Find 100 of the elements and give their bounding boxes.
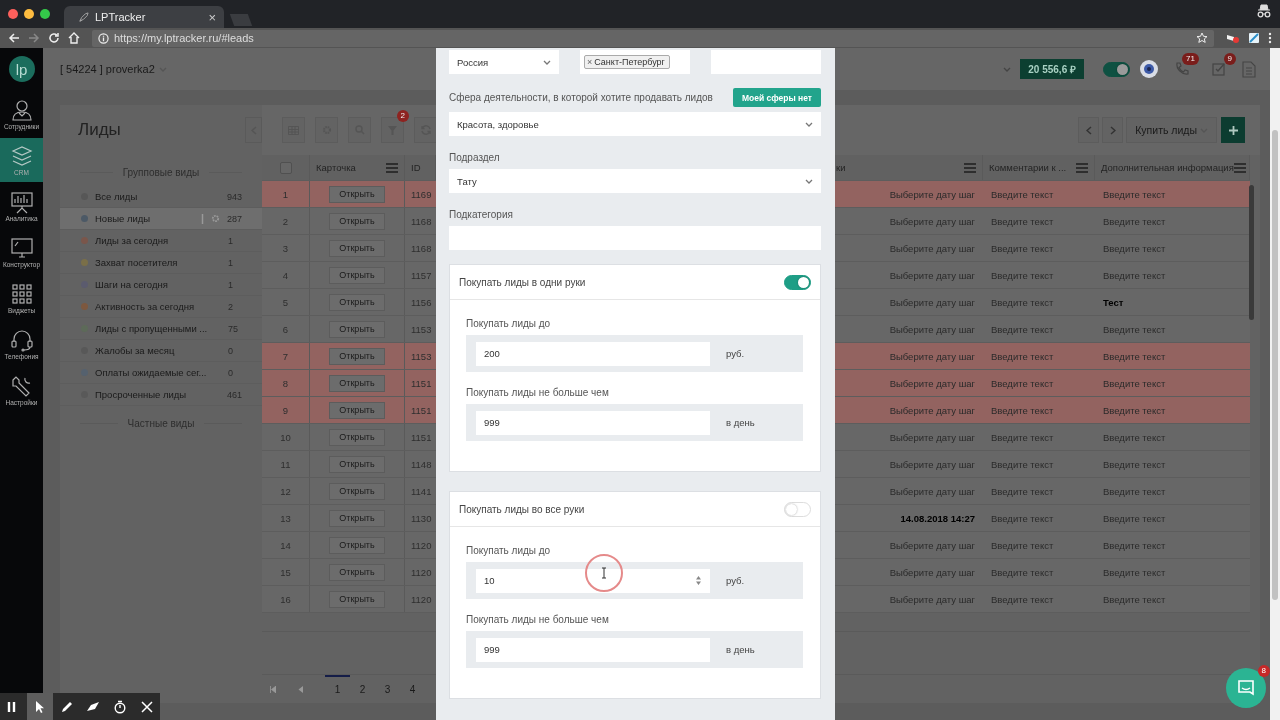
column-menu-icon[interactable] — [386, 162, 398, 173]
info-field[interactable]: Введите текст — [1103, 215, 1242, 227]
open-button[interactable]: Открыть — [329, 347, 385, 365]
comment-field[interactable]: Введите текст — [991, 431, 1087, 443]
previous-button[interactable] — [1078, 117, 1100, 143]
browser-tab[interactable]: LPTracker × — [64, 6, 224, 28]
open-button[interactable]: Открыть — [329, 320, 385, 338]
info-field[interactable]: Введите текст — [1103, 458, 1242, 470]
home-icon[interactable] — [68, 32, 80, 44]
reload-icon[interactable] — [48, 32, 60, 44]
info-field[interactable]: Введите текст — [1103, 539, 1242, 551]
new-tab-button[interactable] — [229, 14, 253, 26]
page-link[interactable]: 2 — [350, 674, 375, 702]
document-icon[interactable] — [1242, 60, 1256, 78]
open-button[interactable]: Открыть — [329, 293, 385, 311]
add-button[interactable] — [1221, 117, 1245, 143]
open-button[interactable]: Открыть — [329, 482, 385, 500]
open-button[interactable]: Открыть — [329, 266, 385, 284]
scrollbar[interactable] — [1272, 130, 1278, 600]
info-field[interactable]: Введите текст — [1103, 377, 1242, 389]
info-field[interactable]: Введите текст — [1103, 404, 1242, 416]
page-link[interactable]: 3 — [375, 674, 400, 702]
date-field[interactable]: Выберите дату шаг — [843, 350, 975, 362]
open-button[interactable]: Открыть — [329, 374, 385, 392]
column-menu-icon[interactable] — [1233, 162, 1246, 173]
open-button[interactable]: Открыть — [329, 590, 385, 608]
sphere-select[interactable]: Красота, здоровье — [449, 112, 821, 136]
open-button[interactable]: Открыть — [329, 401, 385, 419]
buy-leads-dropdown[interactable]: Купить лиды — [1126, 117, 1217, 143]
number-field[interactable]: 999 — [476, 637, 710, 662]
page-link[interactable]: 4 — [400, 674, 425, 702]
maximize-window-button[interactable] — [40, 9, 50, 19]
info-field[interactable]: Тест — [1103, 296, 1242, 308]
filter-button[interactable] — [381, 117, 404, 143]
comment-field[interactable]: Введите текст — [991, 458, 1087, 470]
open-button[interactable]: Открыть — [329, 455, 385, 473]
date-field[interactable]: Выберите дату шаг — [843, 188, 975, 200]
date-field[interactable]: 14.08.2018 14:27 — [843, 512, 975, 524]
forward-icon[interactable] — [28, 32, 40, 44]
comment-field[interactable]: Введите текст — [991, 485, 1087, 497]
first-page-icon[interactable] — [270, 685, 276, 693]
number-field[interactable]: 200 — [476, 341, 710, 366]
comment-field[interactable]: Введите текст — [991, 539, 1087, 551]
page-link[interactable]: 1 — [325, 674, 350, 702]
info-field[interactable]: Введите текст — [1103, 188, 1242, 200]
view-item[interactable]: Новые лиды 287 — [60, 208, 262, 230]
comment-field[interactable]: Введите текст — [991, 296, 1087, 308]
close-window-button[interactable] — [8, 9, 18, 19]
info-field[interactable]: Введите текст — [1103, 431, 1242, 443]
info-field[interactable]: Введите текст — [1103, 512, 1242, 524]
refresh-button[interactable] — [414, 117, 437, 143]
phone-icon[interactable] — [1174, 61, 1190, 77]
comment-field[interactable]: Введите текст — [991, 350, 1087, 362]
comment-field[interactable]: Введите текст — [991, 377, 1087, 389]
info-field[interactable]: Введите текст — [1103, 242, 1242, 254]
previous-page-icon[interactable] — [298, 685, 303, 693]
info-field[interactable]: Введите текст — [1103, 566, 1242, 578]
date-field[interactable]: Выберите дату шаг — [843, 404, 975, 416]
open-button[interactable]: Открыть — [329, 509, 385, 527]
comment-field[interactable]: Введите текст — [991, 593, 1087, 605]
camera-icon[interactable] — [1139, 59, 1159, 79]
country-select[interactable]: Россия — [449, 50, 559, 74]
number-field[interactable]: 999 — [476, 410, 710, 435]
comment-field[interactable]: Введите текст — [991, 188, 1087, 200]
info-field[interactable]: Введите текст — [1103, 323, 1242, 335]
comment-field[interactable]: Введите текст — [991, 512, 1087, 524]
close-tab-button[interactable]: × — [208, 9, 216, 25]
pointer-tool-button[interactable] — [26, 693, 54, 720]
checkbox-icon[interactable] — [1211, 61, 1227, 77]
extension-icon[interactable] — [1248, 32, 1260, 44]
date-field[interactable]: Выберите дату шаг — [843, 377, 975, 389]
account-dropdown[interactable]: [ 54224 ] proverka2 — [60, 63, 167, 75]
scrollbar[interactable] — [1249, 185, 1254, 320]
open-button[interactable]: Открыть — [329, 428, 385, 446]
next-button[interactable] — [1102, 117, 1124, 143]
spinner-arrows-icon[interactable] — [696, 575, 701, 585]
info-field[interactable]: Введите текст — [1103, 593, 1242, 605]
back-icon[interactable] — [8, 32, 20, 44]
comment-field[interactable]: Введите текст — [991, 269, 1087, 281]
menu-icon[interactable] — [1268, 32, 1272, 44]
open-button[interactable]: Открыть — [329, 536, 385, 554]
city-tag[interactable]: × Санкт-Петербург — [584, 55, 670, 69]
no-sphere-button[interactable]: Моей сферы нет — [732, 88, 821, 107]
open-button[interactable]: Открыть — [329, 212, 385, 230]
subsection-select[interactable]: Тату — [449, 169, 821, 193]
comment-field[interactable]: Введите текст — [991, 404, 1087, 416]
minimize-window-button[interactable] — [24, 9, 34, 19]
comment-field[interactable]: Введите текст — [991, 242, 1087, 254]
open-button[interactable]: Открыть — [329, 185, 385, 203]
extension-icon[interactable] — [1226, 32, 1240, 44]
gear-icon[interactable] — [210, 214, 220, 223]
toggle-switch[interactable] — [784, 274, 811, 290]
remove-tag-button[interactable]: × — [587, 57, 593, 67]
bookmark-star-icon[interactable] — [1196, 32, 1208, 44]
comment-field[interactable]: Введите текст — [991, 323, 1087, 335]
open-button[interactable]: Открыть — [329, 563, 385, 581]
comment-field[interactable]: Введите текст — [991, 215, 1087, 227]
address-field[interactable]: https://my.lptracker.ru/#leads — [92, 29, 1214, 47]
city-field[interactable]: × Санкт-Петербург — [580, 50, 690, 74]
column-menu-icon[interactable] — [1076, 162, 1088, 173]
